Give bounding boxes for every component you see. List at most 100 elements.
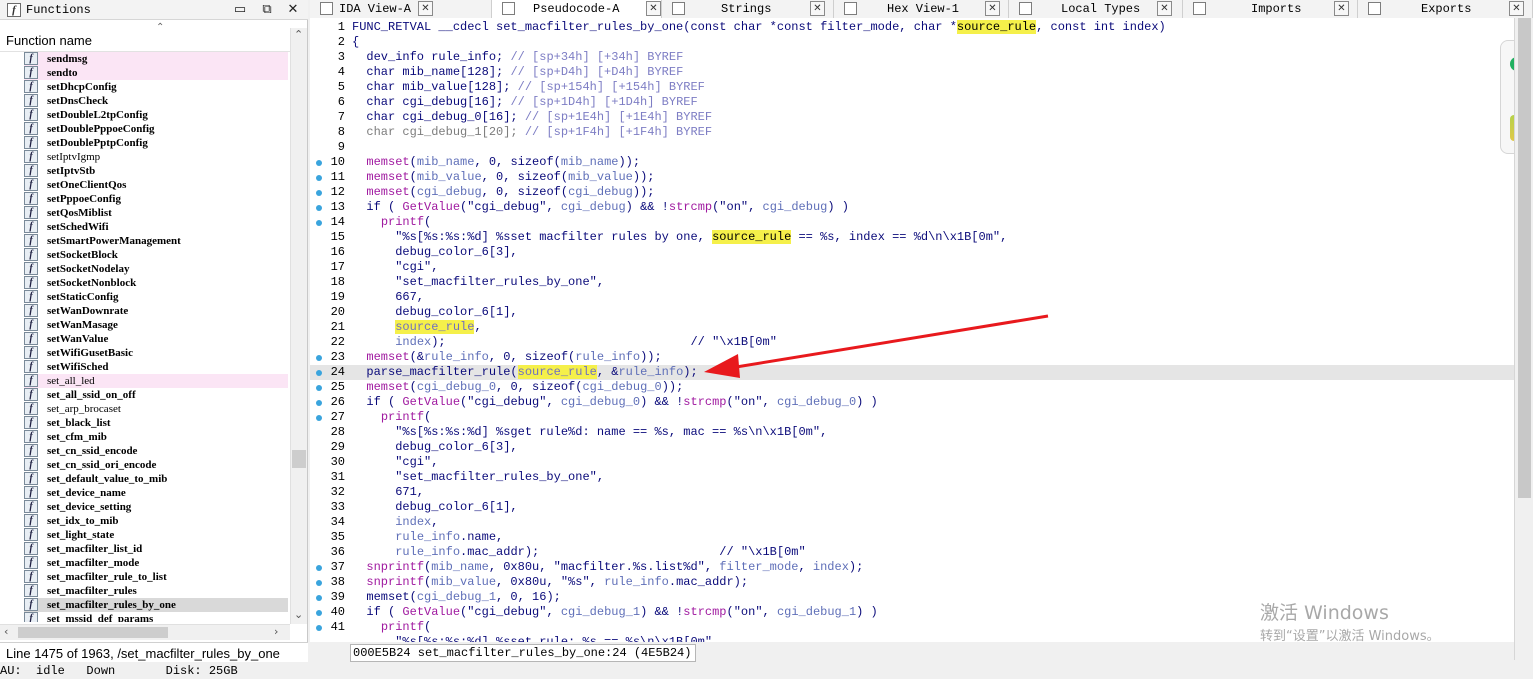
- function-list-item[interactable]: f set_default_value_to_mib: [24, 472, 288, 486]
- code-line[interactable]: 36 rule_info.mac_addr); // "\x1B[0m": [310, 545, 1514, 560]
- function-list-item[interactable]: f setDhcpConfig: [24, 80, 288, 94]
- function-list-item[interactable]: f sendto: [24, 66, 288, 80]
- function-name-column-header[interactable]: Function name ⌃: [0, 22, 290, 52]
- scrollbar-thumb[interactable]: [292, 450, 306, 468]
- close-tab-icon[interactable]: ✕: [985, 1, 1000, 16]
- function-list-item[interactable]: f setOneClientQos: [24, 178, 288, 192]
- code-line[interactable]: 37 snprintf(mib_name, 0x80u, "macfilter.…: [310, 560, 1514, 575]
- code-line[interactable]: 4 char mib_name[128]; // [sp+D4h] [+D4h]…: [310, 65, 1514, 80]
- function-list-item[interactable]: f setStaticConfig: [24, 290, 288, 304]
- function-list-item[interactable]: f set_device_name: [24, 486, 288, 500]
- function-list-item[interactable]: f setPppoeConfig: [24, 192, 288, 206]
- tab-ida-view-a[interactable]: IDA View-A ✕: [310, 0, 492, 18]
- function-list-item[interactable]: f setWifiGusetBasic: [24, 346, 288, 360]
- function-list-item[interactable]: f setIptvStb: [24, 164, 288, 178]
- code-line[interactable]: 28 "%s[%s:%s:%d] %sget rule%d: name == %…: [310, 425, 1514, 440]
- code-line[interactable]: 15 "%s[%s:%s:%d] %sset macfilter rules b…: [310, 230, 1514, 245]
- tab-strings[interactable]: Strings ✕: [662, 0, 834, 18]
- code-line[interactable]: 3 dev_info rule_info; // [sp+34h] [+34h]…: [310, 50, 1514, 65]
- code-line[interactable]: 38 snprintf(mib_value, 0x80u, "%s", rule…: [310, 575, 1514, 590]
- close-tab-icon[interactable]: ✕: [810, 1, 825, 16]
- function-list-item[interactable]: f setWanDownrate: [24, 304, 288, 318]
- minimize-icon[interactable]: ▭: [232, 2, 248, 18]
- function-list-item[interactable]: f setSchedWifi: [24, 220, 288, 234]
- scrollbar-thumb[interactable]: [1518, 18, 1531, 498]
- code-line[interactable]: 35 rule_info.name,: [310, 530, 1514, 545]
- code-line[interactable]: 16 debug_color_6[3],: [310, 245, 1514, 260]
- function-list-item[interactable]: f set_macfilter_rules_by_one: [24, 598, 288, 612]
- function-list-item[interactable]: f set_all_led: [24, 374, 288, 388]
- close-tab-icon[interactable]: ✕: [1157, 1, 1172, 16]
- code-line[interactable]: 17 "cgi",: [310, 260, 1514, 275]
- code-line[interactable]: 19 667,: [310, 290, 1514, 305]
- function-list-item[interactable]: f setSmartPowerManagement: [24, 234, 288, 248]
- code-line[interactable]: 34 index,: [310, 515, 1514, 530]
- function-list-item[interactable]: f set_light_state: [24, 528, 288, 542]
- code-line[interactable]: 25 memset(cgi_debug_0, 0, sizeof(cgi_deb…: [310, 380, 1514, 395]
- tab-hex-view-1[interactable]: Hex View-1 ✕: [834, 0, 1009, 18]
- function-list-item[interactable]: f setDnsCheck: [24, 94, 288, 108]
- code-line[interactable]: 27 printf(: [310, 410, 1514, 425]
- function-list-item[interactable]: f sendmsg: [24, 52, 288, 66]
- function-list-item[interactable]: f set_macfilter_rule_to_list: [24, 570, 288, 584]
- code-line[interactable]: 18 "set_macfilter_rules_by_one",: [310, 275, 1514, 290]
- function-list-item[interactable]: f setSocketNonblock: [24, 276, 288, 290]
- function-list-item[interactable]: f set_all_ssid_on_off: [24, 388, 288, 402]
- function-list-item[interactable]: f set_device_setting: [24, 500, 288, 514]
- function-list-item[interactable]: f set_idx_to_mib: [24, 514, 288, 528]
- code-line[interactable]: 1 FUNC_RETVAL __cdecl set_macfilter_rules…: [310, 20, 1514, 35]
- function-list-item[interactable]: f setSocketBlock: [24, 248, 288, 262]
- function-list-item[interactable]: f setDoublePppoeConfig: [24, 122, 288, 136]
- function-list-item[interactable]: f set_macfilter_rules: [24, 584, 288, 598]
- code-line[interactable]: 14 printf(: [310, 215, 1514, 230]
- code-line[interactable]: 33 debug_color_6[1],: [310, 500, 1514, 515]
- function-list-item[interactable]: f setDoublePptpConfig: [24, 136, 288, 150]
- code-line[interactable]: 5 char mib_value[128]; // [sp+154h] [+15…: [310, 80, 1514, 95]
- code-line[interactable]: 6 char cgi_debug[16]; // [sp+1D4h] [+1D4…: [310, 95, 1514, 110]
- code-line[interactable]: 32 671,: [310, 485, 1514, 500]
- code-line[interactable]: 9: [310, 140, 1514, 155]
- function-list-item[interactable]: f set_macfilter_list_id: [24, 542, 288, 556]
- function-list-item[interactable]: f set_macfilter_mode: [24, 556, 288, 570]
- code-line[interactable]: 2{: [310, 35, 1514, 50]
- code-line[interactable]: 11 memset(mib_value, 0, sizeof(mib_value…: [310, 170, 1514, 185]
- tab-local-types[interactable]: Local Types ✕: [1009, 0, 1183, 18]
- function-list-item[interactable]: f set_mssid_def_params: [24, 612, 288, 622]
- scroll-right-icon[interactable]: ›: [274, 625, 278, 638]
- tab-imports[interactable]: Imports ✕: [1183, 0, 1358, 18]
- code-line[interactable]: 10 memset(mib_name, 0, sizeof(mib_name))…: [310, 155, 1514, 170]
- function-list-item[interactable]: f setQosMiblist: [24, 206, 288, 220]
- code-line[interactable]: 30 "cgi",: [310, 455, 1514, 470]
- scrollbar-thumb[interactable]: [18, 627, 168, 638]
- function-list-item[interactable]: f setWanMasage: [24, 318, 288, 332]
- tab-pseudocode-a[interactable]: Pseudocode-A ✕: [492, 0, 662, 19]
- code-line[interactable]: 7 char cgi_debug_0[16]; // [sp+1E4h] [+1…: [310, 110, 1514, 125]
- code-line[interactable]: 8 char cgi_debug_1[20]; // [sp+1F4h] [+1…: [310, 125, 1514, 140]
- function-list-item[interactable]: f set_cn_ssid_encode: [24, 444, 288, 458]
- close-tab-icon[interactable]: ✕: [1334, 1, 1349, 16]
- function-list-item[interactable]: f set_black_list: [24, 416, 288, 430]
- function-list-item[interactable]: f set_arp_brocaset: [24, 402, 288, 416]
- function-list-item[interactable]: f set_cfm_mib: [24, 430, 288, 444]
- code-line[interactable]: 26 if ( GetValue("cgi_debug", cgi_debug_…: [310, 395, 1514, 410]
- close-tab-icon[interactable]: ✕: [1509, 1, 1524, 16]
- function-list-item[interactable]: f setDoubleL2tpConfig: [24, 108, 288, 122]
- code-line[interactable]: 31 "set_macfilter_rules_by_one",: [310, 470, 1514, 485]
- function-list-item[interactable]: f setSocketNodelay: [24, 262, 288, 276]
- close-tab-icon[interactable]: ✕: [418, 1, 433, 16]
- function-list-item[interactable]: f setIptvIgmp: [24, 150, 288, 164]
- code-vertical-scrollbar[interactable]: [1514, 18, 1533, 660]
- scroll-up-icon[interactable]: ⌃: [294, 28, 303, 41]
- function-list-horizontal-scrollbar[interactable]: ‹ ›: [0, 624, 290, 640]
- function-list-item[interactable]: f set_cn_ssid_ori_encode: [24, 458, 288, 472]
- float-window-icon[interactable]: ⧉: [259, 2, 275, 18]
- code-line[interactable]: 29 debug_color_6[3],: [310, 440, 1514, 455]
- close-icon[interactable]: ✕: [285, 2, 301, 18]
- scroll-left-icon[interactable]: ‹: [4, 625, 8, 638]
- tab-exports[interactable]: Exports ✕: [1358, 0, 1533, 18]
- scroll-down-icon[interactable]: ⌄: [294, 608, 303, 621]
- function-list-item[interactable]: f setWanValue: [24, 332, 288, 346]
- function-list-item[interactable]: f setWifiSched: [24, 360, 288, 374]
- code-line[interactable]: 13 if ( GetValue("cgi_debug", cgi_debug)…: [310, 200, 1514, 215]
- code-line[interactable]: 12 memset(cgi_debug, 0, sizeof(cgi_debug…: [310, 185, 1514, 200]
